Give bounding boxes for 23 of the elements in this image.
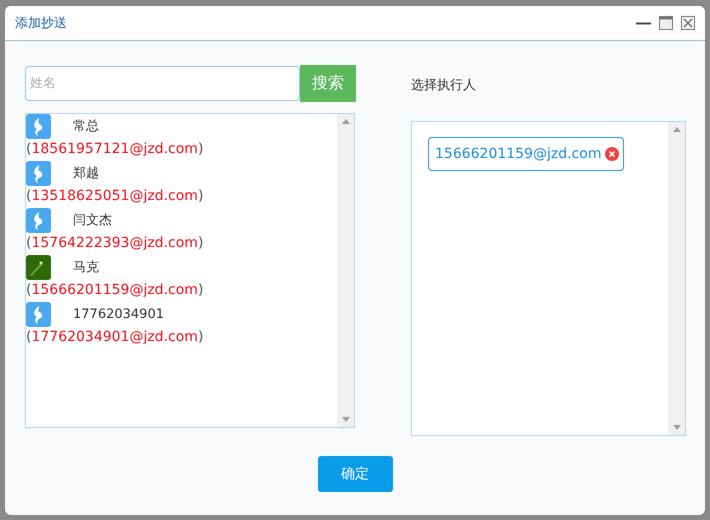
window-title: 添加抄送 (15, 15, 68, 32)
scroll-down-icon[interactable] (342, 417, 350, 422)
name-search-field[interactable]: 姓名 (25, 66, 300, 101)
panel-label: 选择执行人 (411, 77, 477, 95)
remove-icon[interactable] (605, 147, 620, 161)
avatar-icon (26, 254, 51, 280)
minimize-icon[interactable] (636, 22, 651, 24)
tag-label: 15666201159@jzd.com (435, 146, 602, 162)
contact-name[interactable]: 常总 (73, 117, 99, 135)
scroll-up-icon[interactable] (342, 119, 350, 124)
close-icon[interactable] (681, 16, 695, 30)
contact-email[interactable]: (15764222393@jzd.com) (26, 232, 337, 255)
contact-name[interactable]: 17762034901 (73, 306, 164, 322)
contact-name[interactable]: 马克 (73, 258, 99, 276)
contact-email[interactable]: (15666201159@jzd.com) (26, 279, 337, 302)
contact-email[interactable]: (17762034901@jzd.com) (26, 326, 337, 349)
maximize-icon[interactable] (659, 16, 673, 30)
contact-name[interactable]: 闫文杰 (73, 211, 112, 229)
scroll-down-icon[interactable] (672, 425, 680, 430)
scroll-up-icon[interactable] (672, 127, 680, 132)
contact-email[interactable]: (18561957121@jzd.com) (26, 138, 337, 161)
contact-name[interactable]: 郑越 (73, 164, 99, 182)
contact-email[interactable]: (13518625051@jzd.com) (26, 185, 337, 208)
